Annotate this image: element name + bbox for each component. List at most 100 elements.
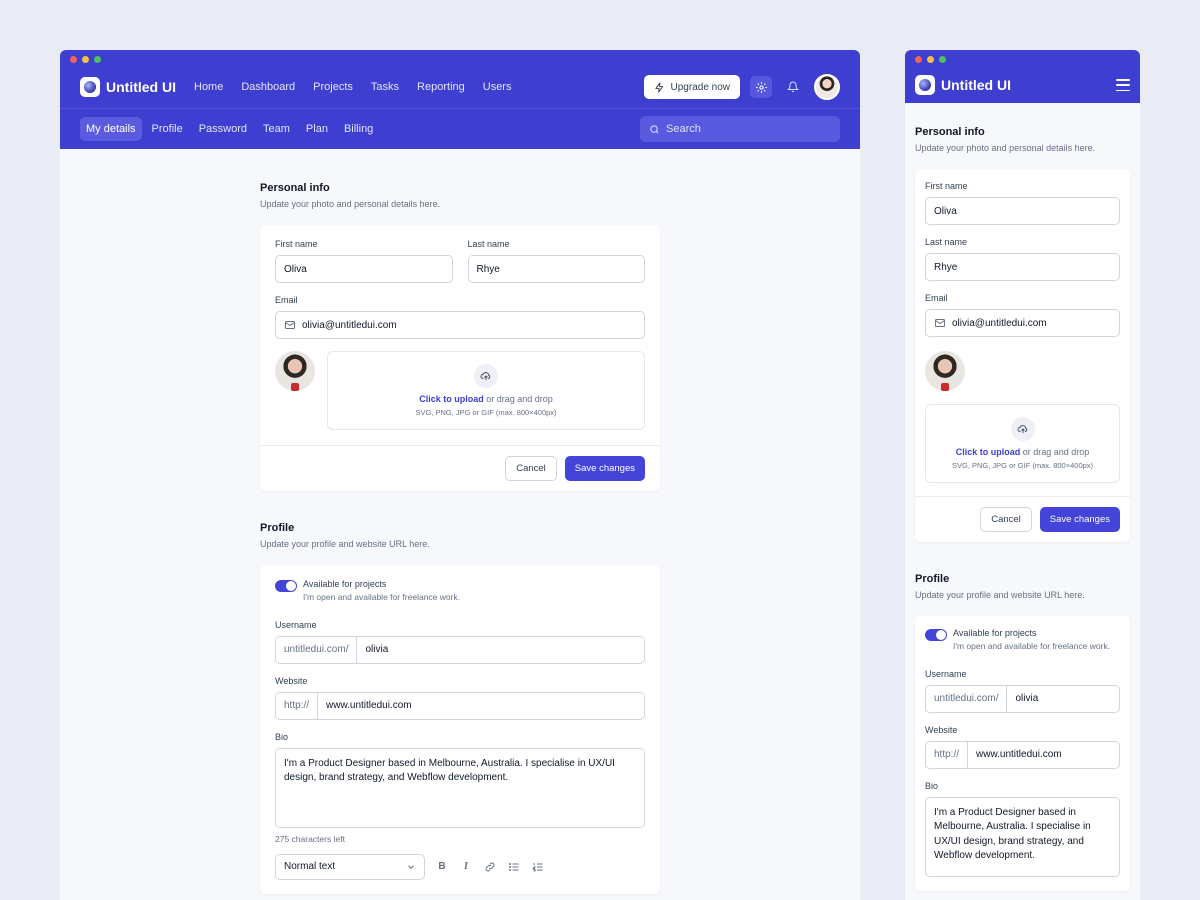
available-subtitle: I'm open and available for freelance wor… <box>303 592 461 602</box>
settings-tabs: My details Profile Password Team Plan Bi… <box>80 117 379 141</box>
personal-info-subtitle: Update your photo and personal details h… <box>260 199 441 209</box>
mobile-window: Untitled UI Personal info Update your ph… <box>905 50 1140 900</box>
nav-dashboard[interactable]: Dashboard <box>241 81 295 93</box>
username-prefix: untitledui.com/ <box>926 685 1008 712</box>
email-value: olivia@untitledui.com <box>952 317 1047 329</box>
avatar[interactable] <box>814 74 840 100</box>
tab-my-details[interactable]: My details <box>80 117 142 141</box>
nav-reporting[interactable]: Reporting <box>417 81 465 93</box>
personal-info-title: Personal info <box>260 182 330 194</box>
chevron-down-icon <box>408 865 414 869</box>
username-label: Username <box>275 619 317 630</box>
available-toggle[interactable] <box>275 580 297 592</box>
website-value: www.untitledui.com <box>326 700 412 712</box>
username-prefix: untitledui.com/ <box>276 636 358 663</box>
app-name: Untitled UI <box>106 79 176 95</box>
tab-plan[interactable]: Plan <box>300 117 334 141</box>
mail-icon <box>935 319 945 327</box>
mobile-personal-info-section: Personal info Update your photo and pers… <box>915 126 1130 542</box>
mobile-upload-dropzone[interactable]: Click to upload or drag and drop SVG, PN… <box>925 404 1120 483</box>
link-icon[interactable] <box>483 860 497 874</box>
upload-dropzone[interactable]: Click to upload or drag and drop SVG, PN… <box>327 351 645 430</box>
upload-link[interactable]: Click to upload <box>956 447 1021 457</box>
text-style-select[interactable]: Normal text <box>275 853 425 880</box>
bell-icon <box>787 81 799 92</box>
italic-icon[interactable]: I <box>459 860 473 874</box>
main-nav: Home Dashboard Projects Tasks Reporting … <box>194 81 511 93</box>
upload-cloud-icon <box>474 364 498 388</box>
mobile-profile-subtitle: Update your profile and website URL here… <box>915 590 1085 600</box>
first-name-value: Oliva <box>934 205 957 217</box>
username-label: Username <box>925 668 967 679</box>
text-style-value: Normal text <box>284 861 336 873</box>
mobile-profile-card: Available for projects I'm open and avai… <box>915 616 1130 891</box>
last-name-label: Last name <box>925 237 968 247</box>
bio-label: Bio <box>925 780 939 791</box>
username-value: olivia <box>1015 693 1039 705</box>
nav-tasks[interactable]: Tasks <box>371 81 399 93</box>
mobile-save-button[interactable]: Save changes <box>1039 507 1120 532</box>
tab-team[interactable]: Team <box>257 117 296 141</box>
email-label: Email <box>275 295 298 305</box>
settings-button[interactable] <box>750 76 772 98</box>
username-value: olivia <box>365 644 389 656</box>
mobile-cancel-button[interactable]: Cancel <box>980 507 1032 532</box>
upgrade-label: Upgrade now <box>670 81 730 93</box>
close-dot[interactable] <box>915 56 922 63</box>
tab-billing[interactable]: Billing <box>338 117 379 141</box>
mobile-app-name: Untitled UI <box>941 77 1011 93</box>
nav-home[interactable]: Home <box>194 81 223 93</box>
upload-link[interactable]: Click to upload <box>419 394 484 404</box>
minimize-dot[interactable] <box>927 56 934 63</box>
website-field[interactable]: http:// www.untitledui.com <box>275 691 645 720</box>
bold-icon[interactable]: B <box>435 860 449 874</box>
email-label: Email <box>925 293 948 303</box>
bio-label: Bio <box>275 731 289 742</box>
mail-icon <box>285 321 295 329</box>
email-field[interactable]: olivia@untitledui.com <box>275 311 645 339</box>
upload-cloud-icon <box>1010 417 1035 441</box>
tab-password[interactable]: Password <box>193 117 253 141</box>
mobile-username-field[interactable]: untitledui.com/ olivia <box>925 684 1120 713</box>
last-name-field[interactable]: Rhye <box>467 255 645 283</box>
search-input[interactable]: Search <box>640 116 840 142</box>
close-dot[interactable] <box>70 56 77 63</box>
cancel-button[interactable]: Cancel <box>505 456 557 481</box>
first-name-label: First name <box>925 181 968 191</box>
maximize-dot[interactable] <box>94 56 101 63</box>
menu-icon[interactable] <box>1116 79 1130 91</box>
window-controls <box>70 56 101 63</box>
website-prefix: http:// <box>926 741 969 768</box>
mobile-available-toggle[interactable] <box>925 629 947 641</box>
upgrade-button[interactable]: Upgrade now <box>643 75 740 99</box>
nav-projects[interactable]: Projects <box>313 81 353 93</box>
text-toolbar: Normal text B I <box>275 853 645 880</box>
mobile-email-field[interactable]: olivia@untitledui.com <box>925 309 1120 337</box>
minimize-dot[interactable] <box>82 56 89 63</box>
available-title: Available for projects <box>953 628 1037 638</box>
desktop-window: Untitled UI Home Dashboard Projects Task… <box>60 50 860 900</box>
tab-profile[interactable]: Profile <box>146 117 189 141</box>
profile-title: Profile <box>260 522 295 534</box>
mobile-last-name-field[interactable]: Rhye <box>925 253 1120 281</box>
nav-users[interactable]: Users <box>483 81 512 93</box>
username-field[interactable]: untitledui.com/ olivia <box>275 635 645 664</box>
first-name-field[interactable]: Oliva <box>275 255 453 283</box>
logo[interactable]: Untitled UI <box>80 77 176 97</box>
maximize-dot[interactable] <box>939 56 946 63</box>
numbered-list-icon[interactable] <box>531 860 545 874</box>
logo-icon <box>80 77 100 97</box>
mobile-bio-textarea[interactable]: I'm a Product Designer based in Melbourn… <box>925 796 1120 877</box>
upload-hint: SVG, PNG, JPG or GIF (max. 800×400px) <box>415 408 557 417</box>
mobile-personal-info-card: First name Oliva Last name Rhye Email ol… <box>915 169 1130 542</box>
first-name-value: Oliva <box>284 263 307 275</box>
mobile-website-field[interactable]: http:// www.untitledui.com <box>925 740 1120 769</box>
lightning-icon <box>654 81 663 93</box>
save-button[interactable]: Save changes <box>564 456 645 481</box>
search-placeholder: Search <box>666 123 701 135</box>
bio-textarea[interactable]: I'm a Product Designer based in Melbourn… <box>275 747 645 828</box>
notifications-button[interactable] <box>782 76 804 98</box>
bullet-list-icon[interactable] <box>507 860 521 874</box>
mobile-logo[interactable]: Untitled UI <box>915 75 1011 95</box>
mobile-first-name-field[interactable]: Oliva <box>925 197 1120 225</box>
